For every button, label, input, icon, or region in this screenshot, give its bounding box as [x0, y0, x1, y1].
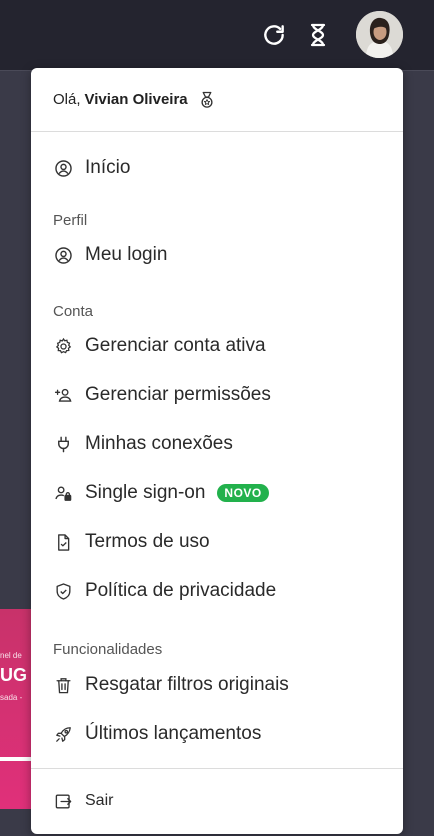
logout-button[interactable]: Sair [53, 786, 113, 816]
rocket-icon [53, 724, 73, 744]
menu-item-label: Single sign-on [85, 482, 206, 503]
menu-item-label: Meu login [85, 244, 168, 265]
section-funcionalidades: Funcionalidades [53, 641, 163, 658]
avatar[interactable] [356, 11, 403, 58]
refresh-icon[interactable] [261, 22, 287, 48]
menu-item-politica-privacidade[interactable]: Política de privacidade [53, 576, 276, 606]
logout-label: Sair [85, 792, 114, 809]
menu-item-resgatar-filtros[interactable]: Resgatar filtros originais [53, 670, 289, 700]
banner-progress-bar [0, 757, 32, 761]
menu-item-label: Política de privacidade [85, 580, 277, 601]
medal-icon [198, 91, 216, 109]
user-plus-icon [53, 385, 73, 405]
menu-divider [31, 768, 403, 769]
gear-icon [53, 336, 73, 356]
logout-icon [53, 791, 73, 811]
menu-item-termos-de-uso[interactable]: Termos de uso [53, 527, 210, 557]
menu-item-label: Últimos lançamentos [85, 723, 262, 744]
user-name: Vivian Oliveira [84, 91, 188, 108]
menu-item-single-sign-on[interactable]: Single sign-on NOVO [53, 478, 269, 508]
plug-icon [53, 434, 73, 454]
file-check-icon [53, 532, 73, 552]
shield-check-icon [53, 581, 73, 601]
top-bar [0, 0, 434, 70]
menu-item-label: Minhas conexões [85, 433, 233, 454]
menu-item-ultimos-lancamentos[interactable]: Últimos lançamentos [53, 719, 261, 749]
menu-item-gerenciar-permissoes[interactable]: Gerenciar permissões [53, 380, 271, 410]
hourglass-icon[interactable] [305, 22, 331, 48]
banner-text-2: UG I [0, 665, 32, 685]
section-conta: Conta [53, 303, 94, 320]
user-circle-icon [53, 158, 73, 178]
trash-icon [53, 675, 73, 695]
new-badge: NOVO [217, 484, 269, 502]
section-perfil: Perfil [53, 212, 88, 229]
greeting: Olá, [53, 91, 81, 108]
menu-item-label: Gerenciar permissões [85, 384, 271, 405]
menu-item-label: Início [85, 157, 131, 178]
user-lock-icon [53, 483, 73, 503]
menu-item-label: Resgatar filtros originais [85, 674, 289, 695]
menu-item-inicio[interactable]: Início [53, 153, 130, 183]
banner-text-3: sada - [0, 693, 23, 702]
menu-item-minhas-conexoes[interactable]: Minhas conexões [53, 429, 233, 459]
menu-item-meu-login[interactable]: Meu login [53, 240, 167, 270]
menu-item-label: Gerenciar conta ativa [85, 335, 266, 356]
menu-item-label: Termos de uso [85, 531, 210, 552]
menu-header: Olá, Vivian Oliveira [31, 68, 403, 132]
menu-item-gerenciar-conta[interactable]: Gerenciar conta ativa [53, 331, 266, 361]
user-dropdown-menu: Olá, Vivian Oliveira Início Perfil Meu l… [31, 68, 403, 834]
banner-text-1: nel de [0, 651, 22, 660]
background-banner: nel de UG I sada - [0, 609, 32, 809]
user-circle-icon [53, 245, 73, 265]
